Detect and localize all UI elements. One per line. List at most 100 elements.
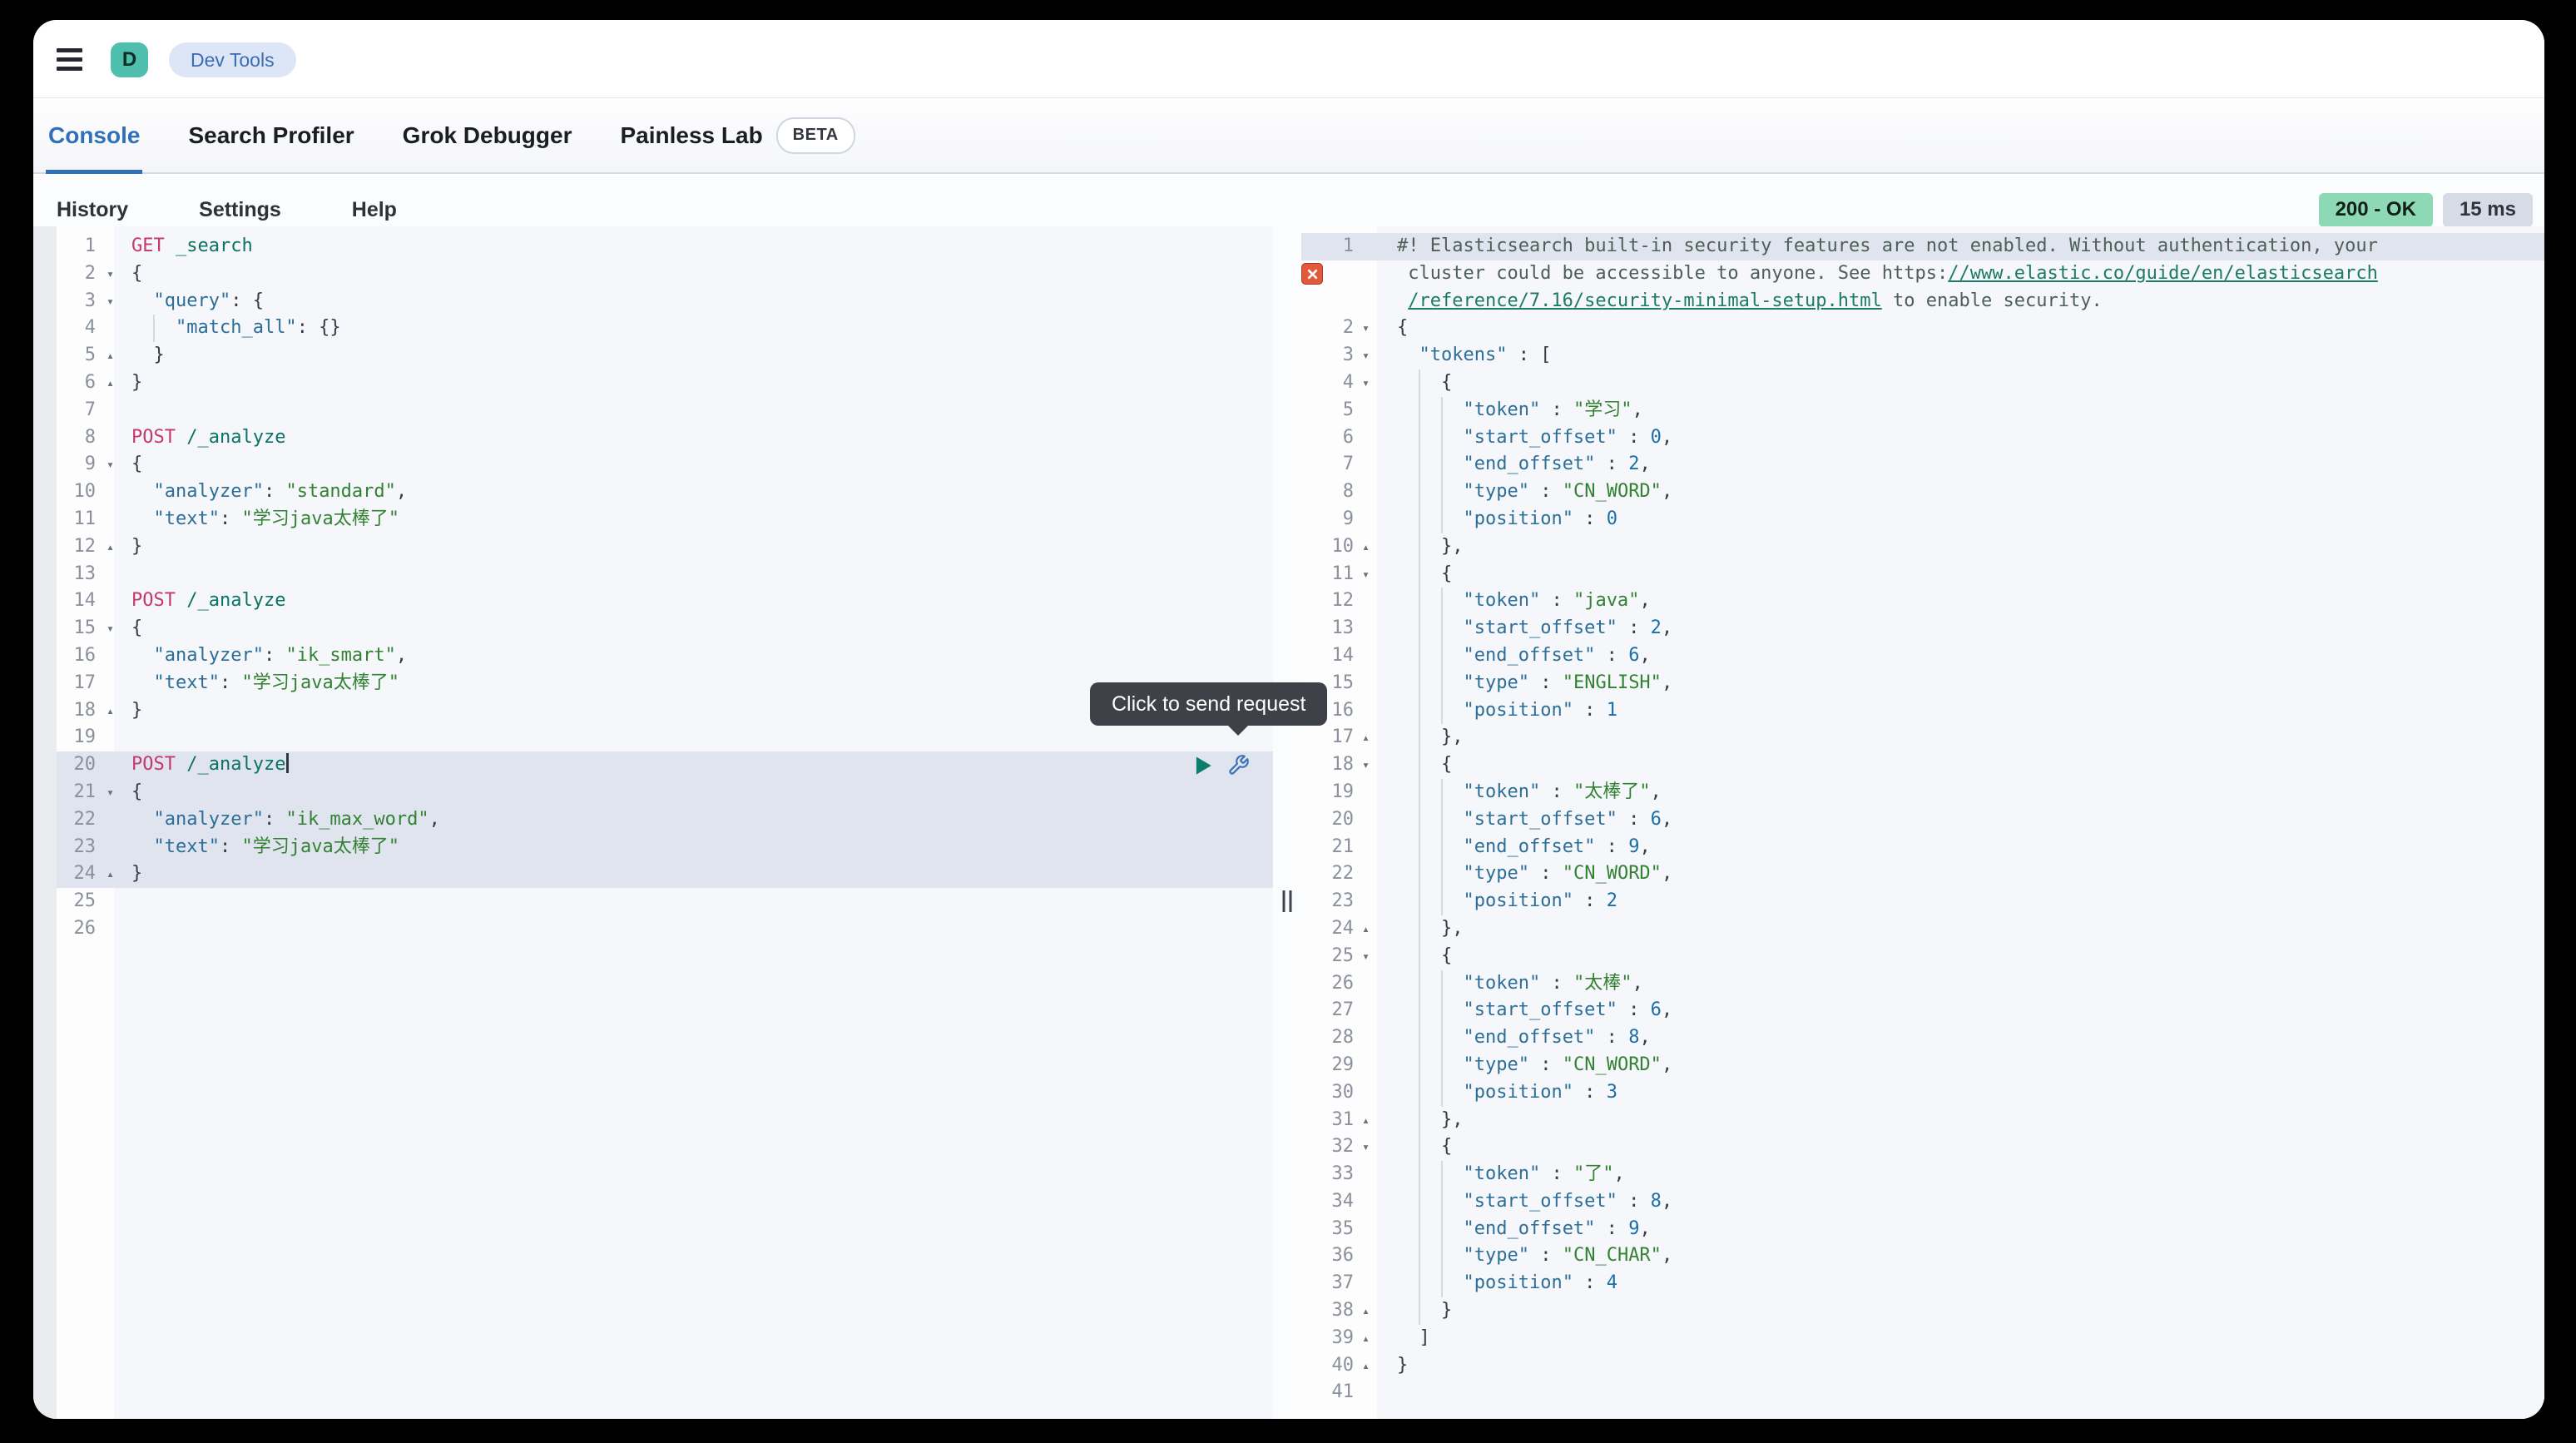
code-text[interactable]: POST /_analyze [120, 424, 1273, 452]
code-text[interactable] [120, 888, 1273, 915]
code-text[interactable]: { [120, 615, 1273, 642]
code-text[interactable]: GET _search [120, 233, 1273, 260]
fold-open-icon[interactable]: ▾ [1359, 369, 1385, 397]
code-text[interactable]: "text": "学习java太棒了" [120, 834, 1273, 861]
code-text[interactable]: "analyzer": "ik_smart", [120, 642, 1273, 670]
code-text[interactable]: "query": { [120, 288, 1273, 315]
code-text[interactable]: } [1385, 1352, 2544, 1380]
code-text[interactable]: "end_offset" : 9, [1385, 834, 2544, 861]
fold-open-icon[interactable]: ▾ [101, 260, 120, 288]
code-text[interactable]: "token" : "java", [1385, 588, 2544, 615]
request-editor[interactable]: 1GET _search2▾{3▾ "query": {4 "match_all… [57, 226, 1273, 1419]
code-text[interactable]: }, [1385, 1107, 2544, 1134]
code-text[interactable]: "position" : 0 [1385, 506, 2544, 533]
code-text[interactable]: }, [1385, 915, 2544, 943]
pane-resizer[interactable] [1283, 890, 1292, 912]
code-text[interactable]: } [1385, 1297, 2544, 1325]
fold-open-icon[interactable]: ▾ [1359, 342, 1385, 369]
fold-close-icon[interactable]: ▴ [101, 369, 120, 397]
code-text[interactable]: } [120, 860, 1273, 888]
code-text[interactable]: "analyzer": "ik_max_word", [120, 806, 1273, 834]
send-request-button[interactable] [1192, 755, 1214, 776]
code-text[interactable]: "token" : "了", [1385, 1161, 2544, 1188]
code-text[interactable] [1385, 1379, 2544, 1406]
code-text[interactable]: { [120, 779, 1273, 806]
code-text[interactable]: "token" : "太棒了", [1385, 779, 2544, 806]
code-text[interactable]: "token" : "学习", [1385, 397, 2544, 424]
code-text[interactable]: { [1385, 751, 2544, 779]
code-text[interactable]: }, [1385, 724, 2544, 751]
code-text[interactable]: "text": "学习java太棒了" [120, 506, 1273, 533]
code-text[interactable]: { [1385, 315, 2544, 342]
breadcrumb[interactable]: Dev Tools [169, 42, 296, 77]
code-text[interactable]: { [120, 451, 1273, 479]
fold-close-icon[interactable]: ▴ [101, 342, 120, 369]
code-text[interactable]: "tokens" : [ [1385, 342, 2544, 369]
tab-search-profiler[interactable]: Search Profiler [186, 98, 356, 172]
tab-painless-lab[interactable]: Painless LabBETA [617, 98, 857, 172]
code-text[interactable]: ] [1385, 1325, 2544, 1352]
response-viewer[interactable]: 1#! Elasticsearch built-in security feat… [1301, 226, 2544, 1419]
menu-item-settings[interactable]: Settings [199, 198, 281, 222]
code-text[interactable]: "start_offset" : 6, [1385, 806, 2544, 834]
fold-close-icon[interactable]: ▴ [1359, 1107, 1385, 1134]
code-text[interactable]: "analyzer": "standard", [120, 479, 1273, 506]
code-text[interactable]: "start_offset" : 8, [1385, 1188, 2544, 1216]
code-text[interactable]: "type" : "CN_CHAR", [1385, 1242, 2544, 1270]
fold-open-icon[interactable]: ▾ [1359, 561, 1385, 588]
code-text[interactable]: { [120, 260, 1273, 288]
fold-open-icon[interactable]: ▾ [1359, 943, 1385, 970]
fold-open-icon[interactable]: ▾ [1359, 315, 1385, 342]
fold-close-icon[interactable]: ▴ [1359, 1297, 1385, 1325]
tab-console[interactable]: Console [46, 98, 142, 172]
code-text[interactable] [120, 915, 1273, 943]
code-text[interactable]: } [120, 533, 1273, 561]
code-text[interactable]: POST /_analyze [120, 588, 1273, 615]
code-text[interactable]: "start_offset" : 2, [1385, 615, 2544, 642]
code-text[interactable]: { [1385, 1133, 2544, 1161]
fold-close-icon[interactable]: ▴ [1359, 724, 1385, 751]
space-avatar[interactable]: D [111, 42, 148, 77]
code-text[interactable]: "type" : "ENGLISH", [1385, 670, 2544, 697]
code-text[interactable]: "match_all": {} [120, 315, 1273, 342]
code-text[interactable]: }, [1385, 533, 2544, 561]
code-text[interactable] [120, 397, 1273, 424]
fold-open-icon[interactable]: ▾ [101, 451, 120, 479]
fold-open-icon[interactable]: ▾ [1359, 1133, 1385, 1161]
code-text[interactable]: { [1385, 369, 2544, 397]
code-text[interactable]: "end_offset" : 9, [1385, 1216, 2544, 1243]
code-text[interactable]: "position" : 3 [1385, 1079, 2544, 1107]
fold-close-icon[interactable]: ▴ [1359, 1352, 1385, 1380]
code-text[interactable]: "type" : "CN_WORD", [1385, 860, 2544, 888]
menu-item-history[interactable]: History [57, 198, 128, 222]
code-text[interactable]: "end_offset" : 2, [1385, 451, 2544, 479]
code-text[interactable]: "type" : "CN_WORD", [1385, 1052, 2544, 1079]
code-text[interactable]: "type" : "CN_WORD", [1385, 479, 2544, 506]
code-text[interactable]: "position" : 1 [1385, 697, 2544, 725]
code-text[interactable]: #! Elasticsearch built-in security featu… [1385, 233, 2544, 260]
code-text[interactable]: /reference/7.16/security-minimal-setup.h… [1385, 288, 2544, 315]
code-text[interactable]: "position" : 4 [1385, 1270, 2544, 1297]
code-text[interactable]: "start_offset" : 6, [1385, 997, 2544, 1024]
fold-open-icon[interactable]: ▾ [101, 615, 120, 642]
fold-close-icon[interactable]: ▴ [101, 533, 120, 561]
fold-open-icon[interactable]: ▾ [1359, 751, 1385, 779]
hamburger-menu-icon[interactable] [57, 37, 100, 81]
menu-item-help[interactable]: Help [352, 198, 397, 222]
tab-grok-debugger[interactable]: Grok Debugger [400, 98, 575, 172]
fold-close-icon[interactable]: ▴ [1359, 533, 1385, 561]
code-text[interactable]: { [1385, 943, 2544, 970]
code-text[interactable]: cluster could be accessible to anyone. S… [1385, 260, 2544, 288]
code-text[interactable]: "position" : 2 [1385, 888, 2544, 915]
code-text[interactable]: } [120, 342, 1273, 369]
fold-close-icon[interactable]: ▴ [101, 860, 120, 888]
request-options-button[interactable] [1227, 754, 1250, 776]
code-text[interactable] [120, 561, 1273, 588]
fold-close-icon[interactable]: ▴ [1359, 915, 1385, 943]
fold-close-icon[interactable]: ▴ [1359, 1325, 1385, 1352]
code-text[interactable]: "end_offset" : 6, [1385, 642, 2544, 670]
fold-open-icon[interactable]: ▾ [101, 288, 120, 315]
code-text[interactable]: "end_offset" : 8, [1385, 1024, 2544, 1052]
fold-close-icon[interactable]: ▴ [101, 697, 120, 725]
code-text[interactable]: "token" : "太棒", [1385, 970, 2544, 998]
